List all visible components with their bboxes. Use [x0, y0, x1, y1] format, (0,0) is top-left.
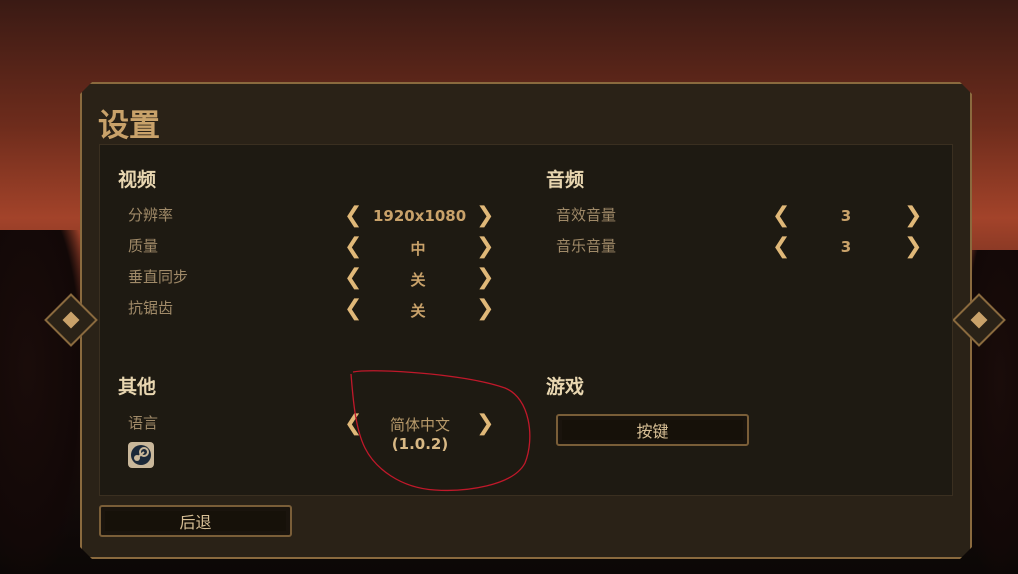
setting-label-sfx-volume: 音效音量: [556, 206, 617, 224]
quality-prev-arrow-icon[interactable]: ❮: [344, 236, 362, 258]
quality-next-arrow-icon[interactable]: ❯: [476, 236, 494, 258]
page-title: 设置: [98, 108, 160, 144]
setting-value-sfx-volume: 3: [840, 207, 852, 225]
antialiasing-prev-arrow-icon[interactable]: ❮: [344, 298, 362, 320]
keybind-button[interactable]: 按键: [556, 414, 749, 446]
antialiasing-next-arrow-icon[interactable]: ❯: [476, 298, 494, 320]
keybind-button-label: 按键: [562, 420, 743, 441]
section-title-game: 游戏: [546, 376, 585, 398]
vsync-next-arrow-icon[interactable]: ❯: [476, 267, 494, 289]
setting-label-music-volume: 音乐音量: [556, 237, 617, 255]
diamond-icon: [62, 311, 80, 329]
resolution-next-arrow-icon[interactable]: ❯: [476, 205, 494, 227]
setting-label-language: 语言: [128, 414, 159, 432]
setting-value-music-volume: 3: [840, 238, 852, 256]
sfx-volume-prev-arrow-icon[interactable]: ❮: [772, 205, 790, 227]
diamond-icon: [970, 311, 988, 329]
annotation-circle: [350, 370, 531, 491]
section-title-audio: 音频: [546, 169, 585, 191]
section-title-video: 视频: [118, 169, 157, 191]
resolution-prev-arrow-icon[interactable]: ❮: [344, 205, 362, 227]
setting-value-vsync: 关: [410, 271, 426, 289]
back-button[interactable]: 后退: [99, 505, 292, 537]
background-tree-left: [0, 230, 90, 574]
vsync-prev-arrow-icon[interactable]: ❮: [344, 267, 362, 289]
steam-icon[interactable]: [128, 442, 154, 468]
setting-label-vsync: 垂直同步: [128, 268, 189, 286]
setting-label-resolution: 分辨率: [128, 206, 174, 224]
setting-label-antialiasing: 抗锯齿: [128, 299, 174, 317]
setting-value-resolution: 1920x1080: [373, 207, 467, 225]
music-volume-prev-arrow-icon[interactable]: ❮: [772, 236, 790, 258]
section-title-other: 其他: [118, 376, 157, 398]
sfx-volume-next-arrow-icon[interactable]: ❯: [904, 205, 922, 227]
setting-value-quality: 中: [410, 240, 426, 258]
setting-value-antialiasing: 关: [410, 302, 426, 320]
back-button-label: 后退: [105, 511, 286, 532]
music-volume-next-arrow-icon[interactable]: ❯: [904, 236, 922, 258]
setting-label-quality: 质量: [128, 237, 159, 255]
